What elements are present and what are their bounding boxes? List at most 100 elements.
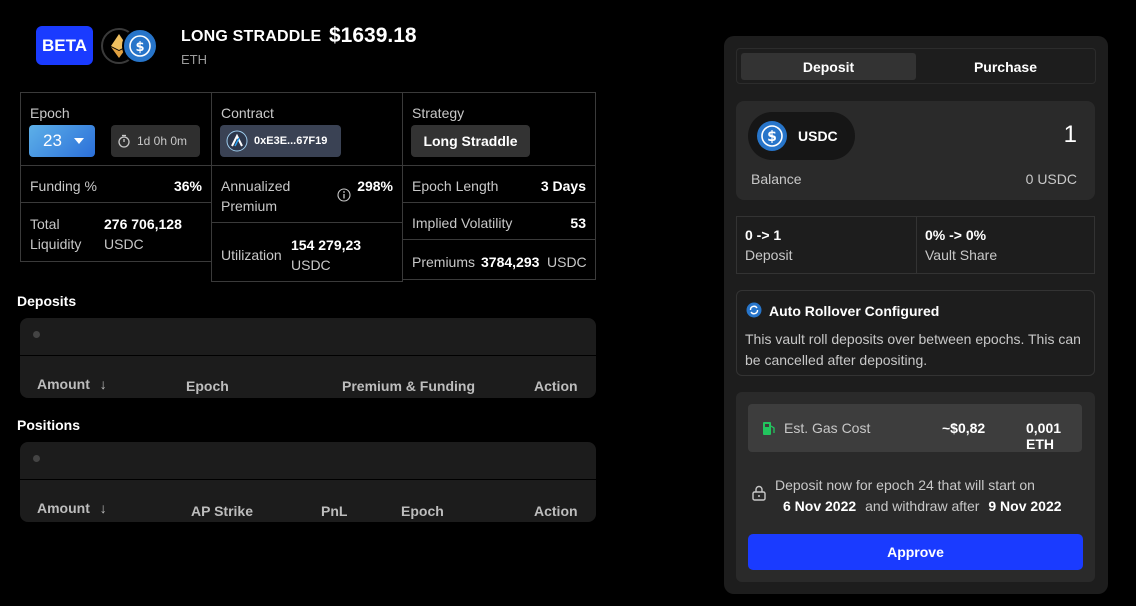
col-epoch: Epoch (186, 378, 229, 394)
auto-rollover-box: Auto Rollover Configured This vault roll… (736, 290, 1095, 376)
deposits-title: Deposits (17, 293, 77, 309)
sort-arrow-icon: ↓ (99, 376, 107, 392)
notice-mid: and withdraw after (865, 498, 980, 514)
info-icon[interactable] (337, 188, 351, 202)
total-liquidity-label-2: Liquidity (30, 236, 82, 252)
annualized-value: 298% (357, 178, 393, 194)
deposit-change-cell: 0 -> 1 Deposit (736, 216, 917, 274)
contract-address: 0xE3E...67F19 (254, 135, 328, 147)
arbitrum-icon (226, 130, 248, 152)
deposit-panel: Deposit Purchase $ USDC 1 Balance 0 USDC… (724, 36, 1108, 594)
panel-tabs: Deposit Purchase (736, 48, 1096, 84)
gas-estimate: Est. Gas Cost ~$0,82 0,001 ETH (748, 404, 1082, 452)
epoch-value: 23 (43, 131, 62, 150)
utilization-label: Utilization (221, 247, 282, 263)
notice-line-2: 6 Nov 2022 and withdraw after 9 Nov 2022 (783, 498, 1062, 514)
rollover-title: Auto Rollover Configured (769, 303, 940, 319)
epoch-timer: 1d 0h 0m (111, 125, 200, 157)
col-amount[interactable]: Amount ↓ (37, 376, 107, 392)
divider (20, 479, 596, 480)
col-epoch: Epoch (401, 503, 444, 519)
total-liquidity-cell: Total Liquidity 276 706,128 USDC (20, 202, 212, 262)
amount-input[interactable]: 1 (1064, 121, 1077, 149)
svg-text:$: $ (767, 129, 777, 145)
col-action: Action (534, 503, 578, 519)
epoch-length-cell: Epoch Length 3 Days (402, 165, 596, 203)
deposit-summary: 0 -> 1 Deposit 0% -> 0% Vault Share (736, 216, 1095, 274)
premiums-label: Premiums (412, 254, 476, 270)
asset-name: USDC (798, 128, 838, 144)
strategy-cell: Strategy Long Straddle (402, 92, 596, 166)
chevron-down-icon (73, 138, 84, 144)
epoch-length-label: Epoch Length (412, 178, 499, 194)
premiums-cell: Premiums 3784,293 USDC (402, 239, 596, 280)
deposits-table: Amount ↓ Epoch Premium & Funding Action (20, 318, 596, 398)
col-premium-funding: Premium & Funding (342, 378, 475, 394)
gas-usd: ~$0,82 (942, 420, 986, 436)
premiums-value: 3784,293 (481, 254, 540, 270)
rollover-text: This vault roll deposits over between ep… (745, 331, 1081, 368)
lock-icon (752, 485, 766, 501)
stopwatch-icon (118, 134, 130, 148)
gas-label: Est. Gas Cost (784, 420, 871, 436)
total-liquidity-value: 276 706,128 (104, 216, 182, 232)
notice-start-date: 6 Nov 2022 (783, 498, 857, 514)
implied-vol-label: Implied Volatility (412, 215, 513, 231)
timer-text: 1d 0h 0m (137, 134, 188, 148)
utilization-value: 154 279,23 (291, 237, 362, 253)
epoch-select[interactable]: 23 (29, 125, 95, 157)
approve-button[interactable]: Approve (748, 534, 1083, 570)
contract-link[interactable]: 0xE3E...67F19 (220, 125, 341, 157)
loading-dot (33, 455, 40, 462)
rollover-icon (746, 302, 762, 318)
tab-purchase[interactable]: Purchase (918, 53, 1093, 80)
epoch-length-value: 3 Days (540, 178, 586, 194)
usdc-icon: $ (757, 121, 787, 151)
share-change: 0% -> 0% (925, 227, 987, 243)
total-liquidity-label-1: Total (30, 216, 60, 232)
approve-section: Est. Gas Cost ~$0,82 0,001 ETH Deposit n… (736, 392, 1095, 582)
asset-price: $1639.18 (329, 24, 417, 47)
implied-vol-value: 53 (570, 215, 586, 231)
fuel-pump-icon (763, 422, 775, 435)
sort-arrow-icon: ↓ (99, 500, 107, 516)
asset-selector[interactable]: $ USDC (748, 112, 855, 160)
share-label: Vault Share (925, 247, 998, 263)
positions-table: Amount ↓ AP Strike PnL Epoch Action (20, 442, 596, 522)
deposit-change: 0 -> 1 (745, 227, 782, 243)
funding-label: Funding % (30, 178, 97, 194)
annualized-cell: Annualized Premium 298% (211, 165, 403, 223)
col-ap-strike: AP Strike (191, 503, 253, 519)
annualized-label-1: Annualized (221, 178, 291, 194)
utilization-unit: USDC (291, 257, 331, 273)
deposit-label: Deposit (745, 247, 793, 263)
loading-dot (33, 331, 40, 338)
vault-share-cell: 0% -> 0% Vault Share (916, 216, 1095, 274)
balance-value: 0 USDC (1025, 171, 1077, 187)
beta-badge: BETA (36, 26, 93, 65)
contract-cell: Contract 0xE3E...67F19 (211, 92, 403, 166)
page-title: LONG STRADDLE (181, 28, 322, 45)
strategy-badge: Long Straddle (411, 125, 530, 157)
svg-text:$: $ (135, 40, 144, 55)
notice-line-1: Deposit now for epoch 24 that will start… (775, 477, 1035, 493)
divider (20, 355, 596, 356)
usdc-icon: $ (122, 28, 158, 64)
positions-title: Positions (17, 417, 81, 433)
amount-input-box: $ USDC 1 Balance 0 USDC (736, 101, 1095, 200)
col-pnl: PnL (321, 503, 348, 519)
strategy-label: Strategy (412, 105, 465, 121)
contract-label: Contract (221, 105, 274, 121)
notice-end-date: 9 Nov 2022 (988, 498, 1062, 514)
annualized-label-2: Premium (221, 198, 278, 214)
utilization-cell: Utilization 154 279,23 USDC (211, 222, 403, 282)
funding-value: 36% (173, 178, 202, 194)
col-action: Action (534, 378, 578, 394)
tab-deposit[interactable]: Deposit (741, 53, 916, 80)
stats-grid: Epoch 23 1d 0h 0m Contract 0xE3E...67F19… (20, 92, 596, 282)
epoch-label: Epoch (30, 105, 70, 121)
implied-vol-cell: Implied Volatility 53 (402, 202, 596, 240)
premiums-unit: USDC (547, 254, 587, 270)
gas-eth: 0,001 ETH (1026, 420, 1062, 452)
col-amount[interactable]: Amount ↓ (37, 500, 107, 516)
